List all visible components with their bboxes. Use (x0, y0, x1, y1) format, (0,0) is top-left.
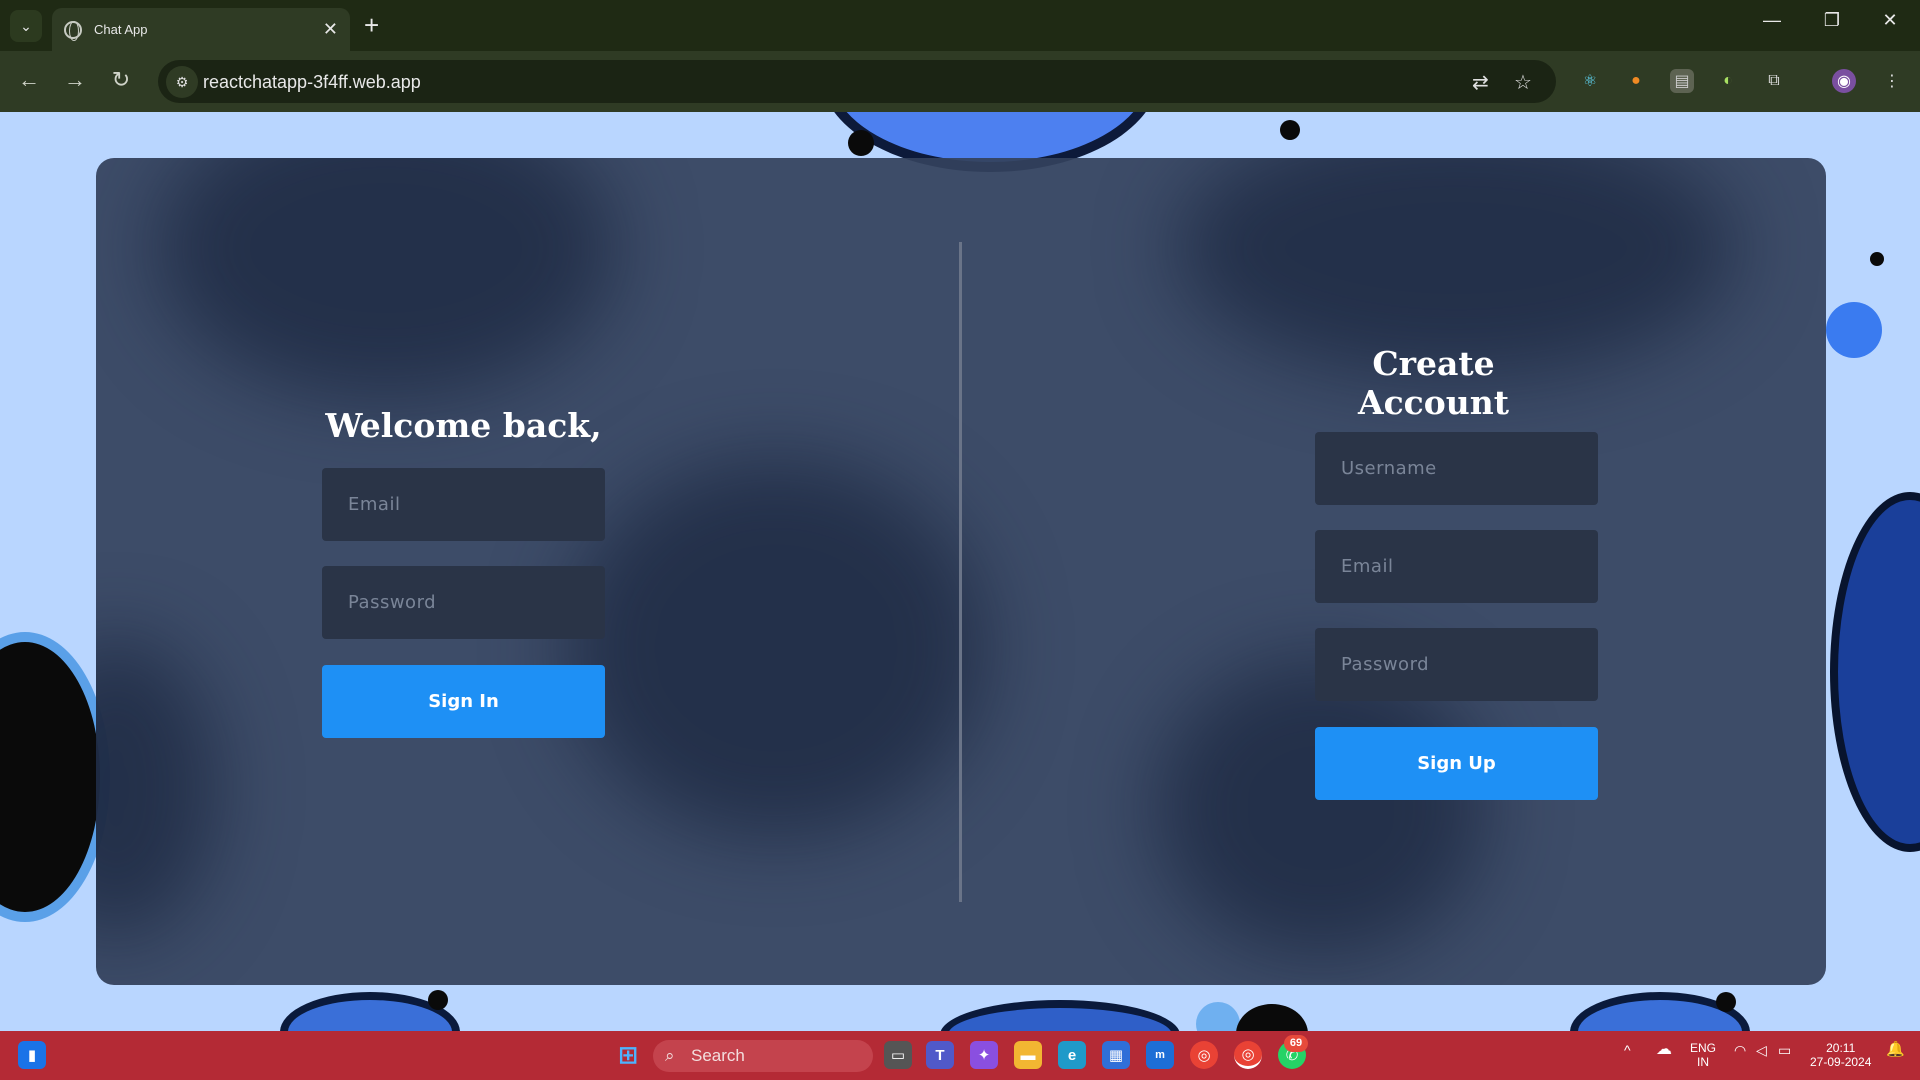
tab-search-dropdown-icon[interactable]: ⌄ (10, 10, 42, 42)
extensions-puzzle-icon[interactable]: ⧉ (1762, 69, 1786, 93)
onedrive-cloud-icon[interactable]: ☁ (1656, 1042, 1672, 1058)
region-code: IN (1697, 1055, 1709, 1069)
auth-card: Welcome back, Email Password Sign In Cre… (96, 158, 1826, 985)
language-indicator[interactable]: ENG IN (1690, 1041, 1716, 1069)
close-window-button[interactable]: ✕ (1870, 10, 1910, 31)
widgets-icon[interactable]: ▮ (18, 1041, 46, 1069)
background-dot (1280, 120, 1300, 140)
signup-password-field[interactable]: Password (1315, 628, 1598, 701)
edge-icon[interactable]: e (1058, 1041, 1086, 1069)
translate-icon[interactable]: ⇄ (1472, 70, 1489, 95)
task-view-icon[interactable]: ▭ (884, 1041, 912, 1069)
chrome-active-icon[interactable]: ◎ (1234, 1041, 1262, 1069)
windows-taskbar: ▮ ⊞ ⌕ Search ▭ T ✦ ▬ e ▦ m ◎ ◎ ✆ 69 ^ ☁ … (0, 1031, 1920, 1080)
background-dot (428, 990, 448, 1010)
background-dot (1870, 252, 1884, 266)
clock-time: 20:11 (1826, 1041, 1856, 1055)
background-dot (1196, 1002, 1240, 1031)
copilot-icon[interactable]: ✦ (970, 1041, 998, 1069)
extension-card-icon[interactable]: ▤ (1670, 69, 1694, 93)
new-tab-button[interactable]: + (364, 10, 379, 40)
signup-username-field[interactable]: Username (1315, 432, 1598, 505)
signup-title: Create Account (1357, 344, 1510, 422)
address-bar[interactable]: ⚙ reactchatapp-3f4ff.web.app ⇄ ☆ (158, 60, 1556, 103)
wifi-icon[interactable]: ◠ (1734, 1043, 1746, 1057)
card-shadow (1156, 658, 1486, 958)
panel-divider (959, 242, 962, 902)
web-page: Welcome back, Email Password Sign In Cre… (0, 112, 1920, 1031)
extension-orange-icon[interactable]: ● (1624, 69, 1648, 93)
clock-date: 27-09-2024 (1810, 1055, 1872, 1069)
language-code: ENG (1690, 1041, 1717, 1055)
chrome-icon[interactable]: ◎ (1190, 1041, 1218, 1069)
browser-toolbar: ← → ↻ ⚙ reactchatapp-3f4ff.web.app ⇄ ☆ ⚛… (0, 51, 1920, 112)
url-text[interactable]: reactchatapp-3f4ff.web.app (203, 72, 421, 93)
login-email-field[interactable]: Email (322, 468, 605, 541)
react-devtools-extension-icon[interactable]: ⚛ (1578, 69, 1602, 93)
globe-icon (64, 20, 82, 41)
login-password-field[interactable]: Password (322, 566, 605, 639)
background-blob (0, 632, 110, 922)
windows-start-icon[interactable]: ⊞ (614, 1041, 642, 1069)
extension-color-icon[interactable]: ◐ (1716, 69, 1740, 93)
search-icon: ⌕ (665, 1046, 675, 1065)
taskbar-search-label: Search (691, 1046, 745, 1065)
sign-in-button[interactable]: Sign In (322, 665, 605, 738)
whatsapp-notification-badge: 69 (1284, 1035, 1308, 1052)
teams-icon[interactable]: T (926, 1041, 954, 1069)
background-blob (1830, 492, 1920, 852)
card-shadow (96, 638, 216, 938)
microsoft-store-icon[interactable]: ▦ (1102, 1041, 1130, 1069)
tab-title: Chat App (94, 22, 148, 37)
mcafee-app-icon[interactable]: m (1146, 1041, 1174, 1069)
clock[interactable]: 20:11 27-09-2024 (1810, 1041, 1871, 1069)
show-hidden-icons-icon[interactable]: ^ (1624, 1043, 1631, 1057)
signup-email-field[interactable]: Email (1315, 530, 1598, 603)
taskbar-search[interactable]: ⌕ Search (653, 1040, 873, 1072)
profile-avatar[interactable]: ◉ (1832, 69, 1856, 93)
site-info-icon[interactable]: ⚙ (166, 66, 198, 98)
minimize-button[interactable]: — (1752, 10, 1792, 31)
browser-menu-icon[interactable]: ⋮ (1880, 69, 1904, 93)
sign-up-button[interactable]: Sign Up (1315, 727, 1598, 800)
background-dot (1716, 992, 1736, 1012)
forward-icon[interactable]: → (60, 67, 90, 93)
card-shadow (566, 458, 986, 838)
volume-icon[interactable]: ◁ (1756, 1043, 1767, 1057)
background-dot (848, 130, 874, 156)
browser-tab[interactable]: Chat App ✕ (52, 8, 350, 51)
notification-bell-icon[interactable]: 🔔 (1886, 1042, 1905, 1057)
login-title: Welcome back, (325, 406, 602, 445)
back-icon[interactable]: ← (14, 67, 44, 93)
browser-tab-strip: ⌄ Chat App ✕ + — ❐ ✕ (0, 0, 1920, 51)
background-blob (1236, 1004, 1308, 1031)
battery-icon[interactable]: ▭ (1778, 1043, 1791, 1057)
bookmark-star-icon[interactable]: ☆ (1514, 70, 1532, 95)
background-blob (940, 1000, 1180, 1031)
card-shadow (156, 158, 616, 398)
file-explorer-icon[interactable]: ▬ (1014, 1041, 1042, 1069)
restore-button[interactable]: ❐ (1812, 10, 1852, 31)
background-blob (1826, 302, 1882, 358)
reload-icon[interactable]: ↻ (106, 67, 136, 93)
tab-close-icon[interactable]: ✕ (323, 19, 338, 40)
